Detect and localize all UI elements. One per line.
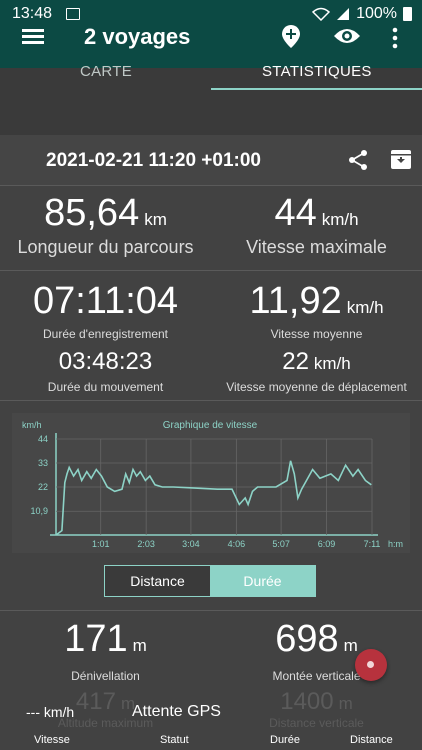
tab-carte[interactable]: CARTE [80,63,132,80]
more-options-icon[interactable] [390,26,400,50]
length-unit: km [144,210,167,229]
stat-average-speed: 11,92 km/h Vitesse moyenne [211,280,422,341]
chart-title: Graphique de vitesse [163,420,258,431]
status-bar: 13:48 100% [0,0,422,26]
chart-y-tick-label: 22 [38,482,48,492]
chart-y-tick-label: 10,9 [30,506,48,516]
divider [0,185,422,186]
climb-label: Montée verticale [272,669,361,683]
chart-x-tick-label: 5:07 [272,539,290,549]
average-moving-speed-unit: km/h [313,354,351,373]
elevation-label: Dénivellation [71,669,140,683]
climb-value: 698 [275,618,339,660]
moving-duration-value: 03:48:23 [58,348,153,375]
current-speed: --- km/h [26,704,75,720]
average-speed-value: 11,92 [249,280,342,322]
archive-icon[interactable] [390,148,412,170]
stat-elevation: 171 m Dénivellation [0,618,211,683]
divider [0,610,422,611]
elevation-unit: m [132,636,147,655]
recording-duration-value: 07:11:04 [32,280,179,322]
max-speed-label: Vitesse maximale [246,237,387,257]
image-notification-icon [66,8,80,20]
stat-recording-duration: 07:11:04 Durée d'enregistrement [0,280,211,341]
chart-mode-toggle: Distance Durée [104,565,316,597]
wifi-icon [312,7,331,21]
stat-moving-duration: 03:48:23 Durée du mouvement [0,348,211,394]
moving-duration-label: Durée du mouvement [47,380,164,394]
elevation-value: 171 [64,618,128,660]
stat-length: 85,64 km Longueur du parcours [0,192,211,258]
distance-toggle-button[interactable]: Distance [105,566,210,596]
chart-x-tick-label: 6:09 [318,539,336,549]
eye-icon[interactable] [333,26,361,46]
stat-max-speed: 44 km/h Vitesse maximale [211,192,422,258]
duration-label: Durée [270,734,300,746]
climb-unit: m [343,636,358,655]
max-speed-unit: km/h [321,210,359,229]
chart-ylabel: km/h [22,420,42,430]
speed-label: Vitesse [34,734,70,746]
chart-x-tick-label: 1:01 [92,539,110,549]
app-title: 2 voyages [84,24,191,49]
average-moving-speed-label: Vitesse moyenne de déplacement [226,380,407,394]
menu-icon[interactable] [22,29,44,44]
stat-average-moving-speed: 22 km/h Vitesse moyenne de déplacement [211,348,422,394]
average-speed-label: Vitesse moyenne [270,327,363,341]
status-time: 13:48 [12,5,53,22]
status-label: Statut [160,734,189,746]
battery-icon [403,7,412,21]
record-button[interactable] [355,649,387,681]
app-bar: 2 voyages [0,24,422,68]
signal-icon [337,8,350,20]
chart-x-tick-label: 7:11 [364,539,381,549]
share-icon[interactable] [347,149,369,171]
trip-datetime: 2021-02-21 11:20 +01:00 [46,150,261,171]
average-moving-speed-value: 22 [282,348,309,375]
recording-duration-label: Durée d'enregistrement [42,327,169,341]
tab-indicator [211,88,422,90]
chart-x-tick-label: 4:06 [228,539,246,549]
speed-chart: Graphique de vitesse km/h h:m 10,9 22 33 44… [12,413,410,553]
length-value: 85,64 [44,192,140,234]
gps-status: Attente GPS [132,703,221,720]
divider [0,400,422,401]
distance-label: Distance [350,734,393,746]
chart-y-tick-label: 33 [38,458,48,468]
chart-y-tick-label: 44 [38,434,48,444]
chart-xlabel: h:m [388,539,403,549]
tab-bar: CARTE STATISTIQUES [0,63,422,94]
chart-x-tick-label: 2:03 [137,539,155,549]
length-label: Longueur du parcours [17,237,194,257]
add-marker-icon[interactable] [280,24,302,50]
average-speed-unit: km/h [346,298,384,317]
divider [0,270,422,271]
max-speed-value: 44 [274,192,317,234]
stat-vertical-climb: 698 m Montée verticale [211,618,422,683]
tab-statistiques[interactable]: STATISTIQUES [262,63,372,80]
chart-x-tick-label: 3:04 [182,539,200,549]
duration-toggle-button[interactable]: Durée [210,566,315,596]
battery-percent: 100% [356,5,397,22]
trip-header: 2021-02-21 11:20 +01:00 [0,135,422,185]
recording-status-bar: --- km/h Attente GPS Vitesse Statut Duré… [0,700,422,750]
